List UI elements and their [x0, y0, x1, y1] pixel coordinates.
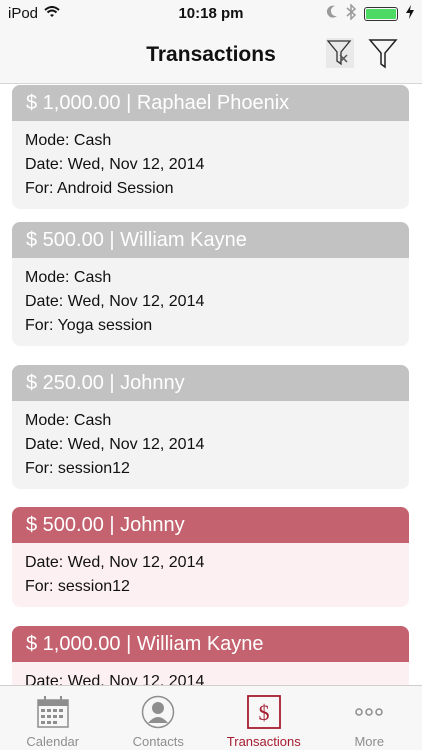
transaction-heading: $ 1,000.00 | Raphael Phoenix: [12, 85, 409, 121]
transaction-purpose: For: Yoga session: [25, 317, 153, 334]
transaction-purpose: For: session12: [25, 578, 130, 595]
page-title: Transactions: [146, 43, 276, 66]
transaction-date: Date: Wed, Nov 12, 2014: [25, 554, 205, 571]
transaction-date: Date: Wed, Nov 12, 2014: [25, 293, 205, 310]
transaction-card[interactable]: $ 500.00 | William Kayne Mode: Cash Date…: [12, 222, 409, 346]
battery-icon: [364, 7, 398, 21]
bluetooth-icon: [346, 3, 357, 24]
transaction-details: Date: Wed, Nov 12, 2014: [12, 662, 409, 685]
transaction-heading: $ 250.00 | Johnny: [12, 365, 409, 401]
more-icon: [352, 694, 386, 730]
transaction-details: Date: Wed, Nov 12, 2014 For: session12: [12, 543, 409, 607]
transaction-card[interactable]: $ 500.00 | Johnny Date: Wed, Nov 12, 201…: [12, 507, 409, 607]
tab-more[interactable]: More: [317, 686, 422, 750]
transaction-purpose: For: session12: [25, 460, 130, 477]
tab-contacts[interactable]: Contacts: [106, 686, 212, 750]
clear-filter-icon: [325, 37, 355, 74]
transaction-details: Mode: Cash Date: Wed, Nov 12, 2014 For: …: [12, 401, 409, 489]
transaction-card[interactable]: $ 1,000.00 | Raphael Phoenix Mode: Cash …: [12, 85, 409, 209]
transaction-date: Date: Wed, Nov 12, 2014: [25, 156, 205, 173]
status-right: [326, 3, 414, 24]
transaction-mode: Mode: Cash: [25, 132, 112, 149]
transaction-details: Mode: Cash Date: Wed, Nov 12, 2014 For: …: [12, 258, 409, 346]
nav-bar: Transactions: [0, 30, 422, 84]
contacts-icon: [141, 694, 175, 730]
svg-text:$: $: [258, 700, 269, 725]
tab-label: Calendar: [26, 734, 80, 749]
battery-level: [366, 9, 396, 19]
tab-label: Transactions: [226, 734, 301, 749]
tab-bar: Calendar Contacts $ Transactions More: [0, 685, 422, 750]
moon-icon: [326, 5, 338, 23]
clear-filter-button[interactable]: [323, 37, 357, 74]
charging-bolt-icon: [406, 5, 414, 23]
calendar-icon: [36, 694, 70, 730]
transaction-heading: $ 1,000.00 | William Kayne: [12, 626, 409, 662]
transaction-details: Mode: Cash Date: Wed, Nov 12, 2014 For: …: [12, 121, 409, 209]
transaction-purpose: For: Android Session: [25, 180, 174, 197]
transaction-card[interactable]: $ 1,000.00 | William Kayne Date: Wed, No…: [12, 626, 409, 685]
transaction-list[interactable]: $ 1,000.00 | Raphael Phoenix Mode: Cash …: [0, 85, 422, 685]
filter-button[interactable]: [366, 38, 400, 72]
transaction-date: Date: Wed, Nov 12, 2014: [25, 673, 205, 685]
transaction-heading: $ 500.00 | William Kayne: [12, 222, 409, 258]
tab-label: Contacts: [132, 734, 184, 749]
tab-transactions[interactable]: $ Transactions: [211, 686, 317, 750]
transaction-card[interactable]: $ 250.00 | Johnny Mode: Cash Date: Wed, …: [12, 365, 409, 489]
tab-calendar[interactable]: Calendar: [0, 686, 106, 750]
status-bar: iPod 10:18 pm: [0, 0, 422, 30]
transaction-heading: $ 500.00 | Johnny: [12, 507, 409, 543]
dollar-icon: $: [246, 694, 281, 730]
transaction-mode: Mode: Cash: [25, 412, 112, 429]
tab-label: More: [354, 734, 385, 749]
transaction-date: Date: Wed, Nov 12, 2014: [25, 436, 205, 453]
transaction-mode: Mode: Cash: [25, 269, 112, 286]
filter-icon: [368, 37, 398, 74]
